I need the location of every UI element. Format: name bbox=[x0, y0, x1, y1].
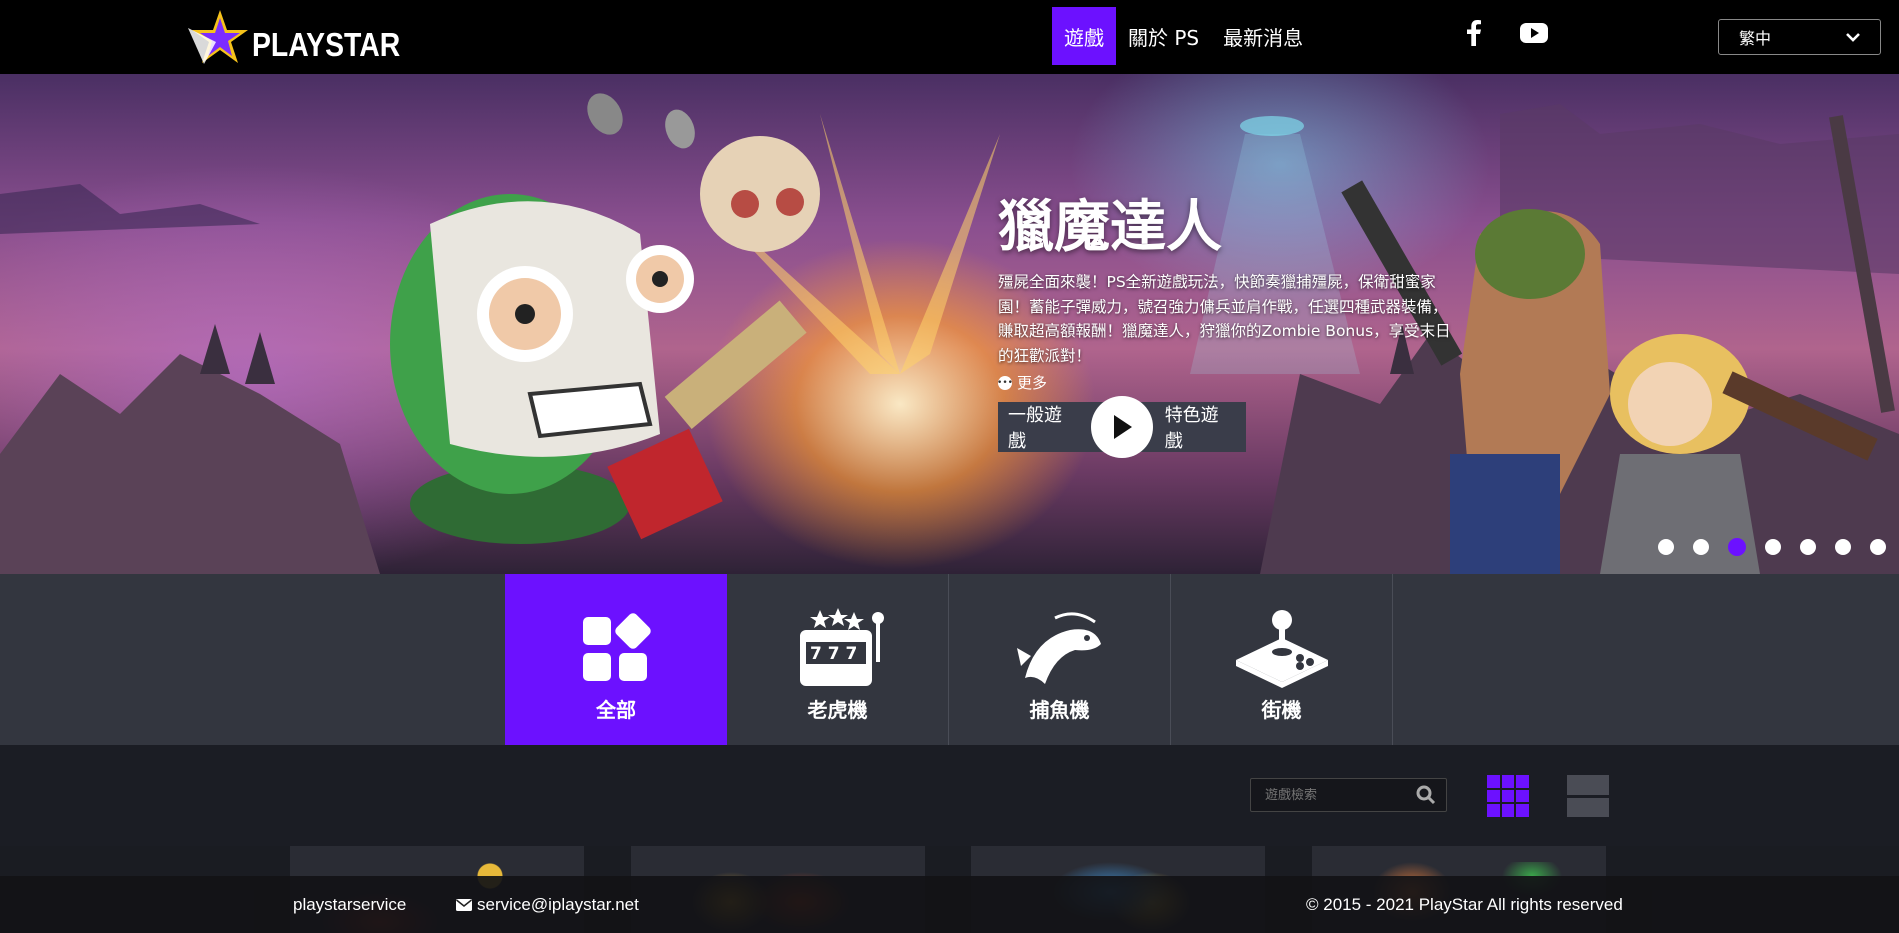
category-label: 全部 bbox=[596, 698, 636, 722]
category-label: 街機 bbox=[1261, 698, 1302, 722]
hero-more-label: 更多 bbox=[1017, 374, 1048, 392]
copyright: © 2015 - 2021 PlayStar All rights reserv… bbox=[1306, 895, 1623, 914]
play-button[interactable] bbox=[1091, 396, 1153, 458]
playstar-logo[interactable]: PLAYSTAR bbox=[186, 8, 400, 66]
play-icon bbox=[1113, 415, 1132, 439]
hero-title: 獵魔達人 bbox=[998, 195, 1222, 260]
carousel-dot[interactable] bbox=[1658, 539, 1674, 555]
game-toolbar bbox=[0, 745, 1899, 846]
carousel-dot[interactable] bbox=[1870, 539, 1886, 555]
language-select[interactable]: 繁中 bbox=[1718, 19, 1881, 55]
language-selected: 繁中 bbox=[1739, 29, 1772, 48]
nav-item-news[interactable]: 最新消息 bbox=[1211, 7, 1315, 65]
chevron-down-icon bbox=[1846, 33, 1860, 42]
svg-text:7 7 7: 7 7 7 bbox=[810, 644, 857, 664]
search-icon[interactable] bbox=[1416, 785, 1436, 805]
footer-email[interactable]: service@iplaystar.net bbox=[456, 895, 639, 915]
category-tab-all[interactable]: 全部 bbox=[505, 574, 727, 745]
service-id: playstarservice bbox=[293, 895, 407, 914]
carousel-dot[interactable] bbox=[1800, 539, 1816, 555]
main-nav: 遊戲 關於 PS 最新消息 bbox=[1052, 7, 1315, 65]
arcade-joystick-icon bbox=[1230, 608, 1334, 688]
facebook-icon[interactable] bbox=[1457, 16, 1491, 50]
list-view-button[interactable] bbox=[1567, 775, 1609, 817]
category-label: 老虎機 bbox=[807, 698, 868, 722]
slot-machine-icon: 7 7 7 bbox=[786, 608, 890, 688]
category-label: 捕魚機 bbox=[1029, 698, 1090, 722]
star-logo-icon bbox=[188, 10, 248, 64]
more-icon: ••• bbox=[997, 375, 1013, 390]
play-normal-button[interactable]: 一般遊戲 bbox=[998, 401, 1089, 453]
hero-play-bar: 一般遊戲 特色遊戲 bbox=[998, 396, 1246, 458]
category-bar: 全部 7 7 7 老虎機 捕魚機 街機 bbox=[0, 574, 1899, 745]
search-input[interactable] bbox=[1265, 787, 1405, 803]
hero-banner[interactable]: 獵魔達人 殭屍全面來襲！PS全新遊戲玩法，快節奏獵捕殭屍，保衛甜蜜家園！蓄能子彈… bbox=[0, 74, 1899, 574]
mail-icon bbox=[456, 899, 472, 911]
carousel-dot[interactable] bbox=[1693, 539, 1709, 555]
grid-view-button[interactable] bbox=[1487, 775, 1529, 817]
category-tab-slots[interactable]: 7 7 7 老虎機 bbox=[727, 574, 949, 745]
site-footer: playstarservice service@iplaystar.net © … bbox=[0, 876, 1899, 933]
nav-item-about[interactable]: 關於 PS bbox=[1116, 7, 1211, 65]
grid-apps-icon bbox=[564, 608, 668, 688]
hero-more-link[interactable]: ••• 更多 bbox=[997, 372, 1048, 393]
footer-email-text: service@iplaystar.net bbox=[477, 895, 639, 914]
brand-name: PLAYSTAR bbox=[252, 26, 401, 63]
category-tab-arcade[interactable]: 街機 bbox=[1171, 574, 1393, 745]
youtube-icon[interactable] bbox=[1517, 16, 1551, 50]
nav-item-games[interactable]: 遊戲 bbox=[1052, 7, 1116, 65]
carousel-indicators bbox=[1658, 538, 1886, 556]
top-header: PLAYSTAR 遊戲 關於 PS 最新消息 繁中 bbox=[0, 0, 1899, 74]
carousel-dot[interactable] bbox=[1765, 539, 1781, 555]
carousel-dot[interactable] bbox=[1835, 539, 1851, 555]
search-box bbox=[1250, 778, 1447, 812]
fish-icon bbox=[1008, 608, 1112, 688]
category-tab-fishing[interactable]: 捕魚機 bbox=[949, 574, 1171, 745]
hero-artwork bbox=[0, 93, 1899, 574]
hero-description: 殭屍全面來襲！PS全新遊戲玩法，快節奏獵捕殭屍，保衛甜蜜家園！蓄能子彈威力，號召… bbox=[998, 273, 1451, 365]
play-feature-button[interactable]: 特色遊戲 bbox=[1155, 401, 1246, 453]
carousel-dot-active[interactable] bbox=[1728, 538, 1746, 556]
